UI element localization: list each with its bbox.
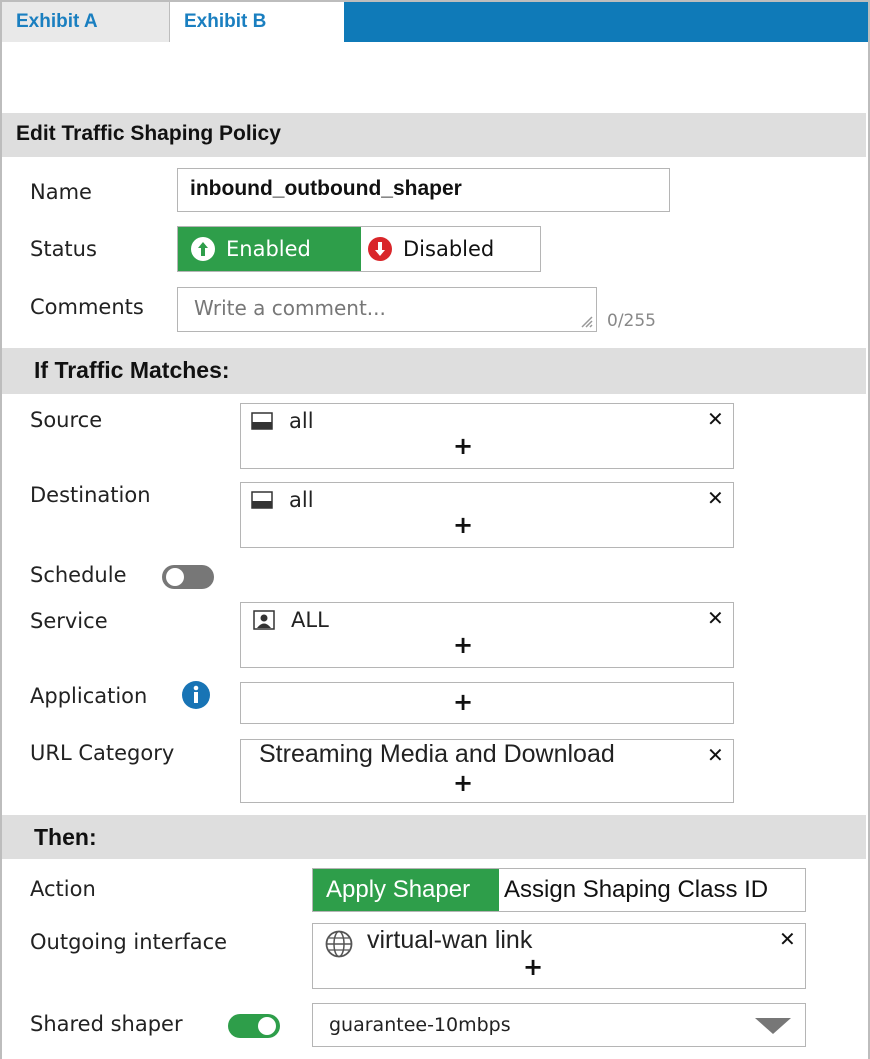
service-add-icon[interactable]: + <box>453 631 473 659</box>
globe-icon <box>325 930 353 958</box>
outgoing-interface-label: Outgoing interface <box>30 930 228 954</box>
schedule-toggle[interactable] <box>162 565 214 589</box>
source-field[interactable]: all ✕ + <box>240 403 734 469</box>
source-label: Source <box>30 408 103 432</box>
toggle-knob <box>258 1017 276 1035</box>
source-value: all <box>289 409 314 433</box>
status-toggle: Enabled Disabled <box>177 226 541 272</box>
source-remove-icon[interactable]: ✕ <box>707 407 724 431</box>
apply-shaper-button[interactable]: Apply Shaper <box>313 869 499 911</box>
url-category-remove-icon[interactable]: ✕ <box>707 743 724 767</box>
name-field[interactable]: inbound_outbound_shaper <box>177 168 670 212</box>
arrow-up-circle-icon <box>191 237 215 261</box>
section-header-traffic-matches: If Traffic Matches: <box>2 348 866 394</box>
shared-shaper-toggle[interactable] <box>228 1014 280 1038</box>
comments-field[interactable]: Write a comment... <box>177 287 597 332</box>
destination-remove-icon[interactable]: ✕ <box>707 486 724 510</box>
toggle-knob <box>166 568 184 586</box>
outgoing-interface-field[interactable]: virtual-wan link ✕ + <box>312 923 806 989</box>
status-enabled-button[interactable]: Enabled <box>178 227 361 271</box>
status-disabled-label: Disabled <box>403 237 495 261</box>
application-add-icon[interactable]: + <box>453 688 473 716</box>
schedule-label: Schedule <box>30 563 127 587</box>
url-category-value: Streaming Media and Download <box>259 740 615 768</box>
comments-counter: 0/255 <box>607 311 656 331</box>
outgoing-interface-remove-icon[interactable]: ✕ <box>779 927 796 951</box>
application-label: Application <box>30 684 148 708</box>
tab-bar: Exhibit A Exhibit B <box>0 0 870 42</box>
url-category-label: URL Category <box>30 741 175 765</box>
service-label: Service <box>30 609 108 633</box>
shared-shaper-select[interactable]: guarantee-10mbps <box>312 1003 806 1047</box>
section-header-then: Then: <box>2 815 866 859</box>
address-icon <box>251 412 273 430</box>
assign-shaping-class-button[interactable]: Assign Shaping Class ID <box>499 869 805 911</box>
arrow-down-circle-icon <box>368 237 392 261</box>
comments-label: Comments <box>30 295 144 319</box>
destination-add-icon[interactable]: + <box>453 511 473 539</box>
destination-field[interactable]: all ✕ + <box>240 482 734 548</box>
address-icon <box>251 491 273 509</box>
status-label: Status <box>30 237 97 261</box>
destination-value: all <box>289 488 314 512</box>
status-disabled-button[interactable]: Disabled <box>361 227 540 271</box>
resize-handle-icon[interactable] <box>579 314 593 328</box>
name-value: inbound_outbound_shaper <box>190 177 462 200</box>
source-add-icon[interactable]: + <box>453 432 473 460</box>
comments-placeholder: Write a comment... <box>194 296 386 320</box>
status-enabled-label: Enabled <box>226 237 311 261</box>
outgoing-interface-value: virtual-wan link <box>367 926 533 954</box>
application-field[interactable]: + <box>240 682 734 724</box>
name-label: Name <box>30 180 92 204</box>
info-icon[interactable] <box>181 680 211 710</box>
service-remove-icon[interactable]: ✕ <box>707 606 724 630</box>
action-toggle: Apply Shaper Assign Shaping Class ID <box>312 868 806 912</box>
shared-shaper-value: guarantee-10mbps <box>329 1014 511 1036</box>
action-label: Action <box>30 877 96 901</box>
section-header-edit-policy: Edit Traffic Shaping Policy <box>2 113 866 157</box>
service-field[interactable]: ALL ✕ + <box>240 602 734 668</box>
service-value: ALL <box>291 608 329 632</box>
tab-exhibit-b[interactable]: Exhibit B <box>170 2 344 42</box>
shared-shaper-label: Shared shaper <box>30 1012 183 1036</box>
service-icon <box>253 610 275 630</box>
chevron-down-icon <box>755 1018 791 1034</box>
url-category-add-icon[interactable]: + <box>453 769 473 797</box>
tab-exhibit-a[interactable]: Exhibit A <box>2 2 170 42</box>
outgoing-interface-add-icon[interactable]: + <box>523 953 543 981</box>
destination-label: Destination <box>30 483 151 507</box>
url-category-field[interactable]: Streaming Media and Download ✕ + <box>240 739 734 803</box>
